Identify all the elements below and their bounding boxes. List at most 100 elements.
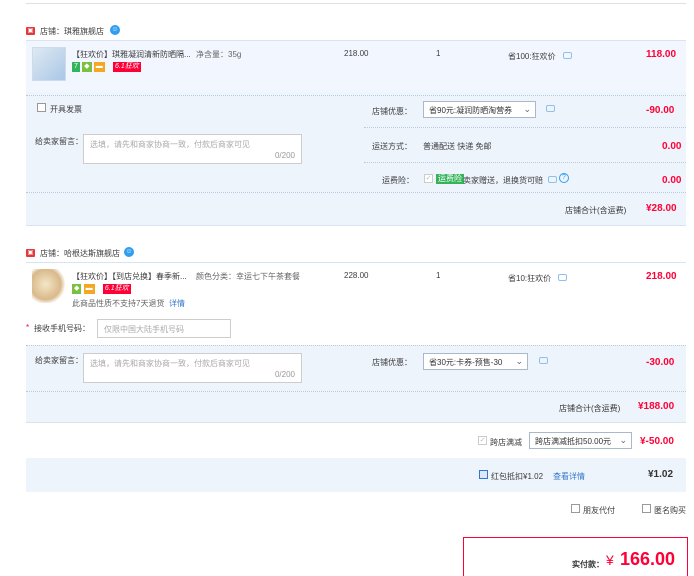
cross-store-row: ✓ 跨店满减 跨店满减抵扣50.00元 ⌄ ¥-50.00 bbox=[26, 428, 686, 452]
info-icon[interactable] bbox=[546, 105, 555, 112]
red-packet-label: 红包抵扣¥1.02 bbox=[491, 472, 544, 481]
service-icons: ◆ ▬ 6.1狂欢 bbox=[72, 283, 131, 294]
chevron-down-icon: ⌄ bbox=[523, 104, 531, 114]
red-packet-amount: ¥1.02 bbox=[648, 469, 674, 480]
promo-saving: 省100:狂欢价 bbox=[508, 52, 556, 61]
anonymous-label: 匿名购买 bbox=[654, 506, 686, 515]
payment-box: 实付款： ¥ 166.00 bbox=[463, 537, 688, 576]
quantity: 1 bbox=[436, 271, 441, 280]
insurance-label: 运费险： bbox=[382, 176, 414, 185]
shipping-amount: 0.00 bbox=[662, 141, 682, 152]
insurance-checkbox: ✓ bbox=[424, 174, 433, 183]
shop-total-value: ¥28.00 bbox=[646, 203, 677, 214]
product-thumbnail[interactable] bbox=[32, 47, 66, 81]
message-placeholder: 选填，请先和商家协商一致，付款后商家可见 bbox=[90, 140, 250, 149]
shop-name-link[interactable]: 店铺：哈根达斯旗舰店 bbox=[40, 248, 120, 259]
shop-total-label: 店铺合计(含运费) bbox=[559, 404, 621, 413]
purchase-options-row: 朋友代付 匿名购买 bbox=[26, 498, 686, 518]
quantity: 1 bbox=[436, 49, 441, 58]
insurance-value: 卖家赠送，退换货可赔 bbox=[463, 176, 543, 185]
message-textarea[interactable]: 选填，请先和商家协商一致，付款后商家可见 0/200 bbox=[83, 353, 302, 383]
table-header-remnant bbox=[26, 0, 686, 4]
friend-pay-checkbox[interactable] bbox=[571, 504, 580, 513]
product-title-link[interactable]: 【狂欢价】琪雅凝润清新防晒隔... bbox=[72, 49, 191, 60]
info-icon[interactable] bbox=[558, 274, 567, 281]
red-packet-row: 红包抵扣¥1.02 查看详情 ¥1.02 bbox=[26, 458, 686, 492]
shop-total-label: 店铺合计(含运费) bbox=[565, 206, 627, 215]
chevron-down-icon: ⌄ bbox=[515, 356, 523, 366]
chevron-down-icon: ⌄ bbox=[619, 435, 627, 445]
message-placeholder: 选填，请先和商家协商一致，付款后商家可见 bbox=[90, 359, 250, 368]
cross-store-checkbox: ✓ bbox=[478, 436, 487, 445]
credit-card-icon: ▬ bbox=[83, 284, 95, 294]
no-return-note: 此商品性质不支持7天退货 bbox=[72, 299, 165, 308]
red-packet-details-link[interactable]: 查看详情 bbox=[553, 471, 585, 482]
divider bbox=[26, 192, 686, 193]
insurance-amount: 0.00 bbox=[662, 175, 682, 186]
shop-name-link[interactable]: 店铺：琪雅旗舰店 bbox=[40, 26, 104, 37]
red-packet-checkbox[interactable] bbox=[479, 470, 488, 479]
info-icon[interactable] bbox=[548, 176, 557, 183]
promo-tag: 6.1狂欢 bbox=[113, 62, 141, 72]
shield-icon: ◆ bbox=[72, 284, 82, 294]
shop-header: ▣ 店铺：琪雅旗舰店 ☺ bbox=[26, 25, 686, 37]
required-asterisk: * bbox=[26, 323, 30, 332]
shield-icon: ◆ bbox=[82, 62, 92, 72]
shop-options-panel: 给卖家留言： 选填，请先和商家协商一致，付款后商家可见 0/200 店铺优惠： … bbox=[26, 345, 686, 423]
phone-input[interactable]: 仅限中国大陆手机号码 bbox=[97, 319, 231, 338]
shop-discount-label: 店铺优惠： bbox=[372, 107, 412, 116]
seven-day-icon: 7 bbox=[72, 62, 80, 72]
shop-discount-select[interactable]: 省30元:卡券-预售-30 ⌄ bbox=[423, 353, 528, 370]
shop-discount-value: 省30元:卡券-预售-30 bbox=[429, 358, 503, 367]
wangwang-chat-icon[interactable]: ☺ bbox=[124, 247, 134, 257]
help-icon[interactable]: ? bbox=[559, 173, 569, 183]
phone-label: 接收手机号码： bbox=[34, 324, 90, 333]
product-title-link[interactable]: 【狂欢价】【到店兑换】春季新... bbox=[72, 271, 187, 282]
shop-discount-amount: -30.00 bbox=[646, 357, 675, 368]
invoice-label: 开具发票 bbox=[50, 105, 82, 114]
unit-price: 228.00 bbox=[344, 271, 369, 280]
product-row: 【狂欢价】【到店兑换】春季新... 颜色分类：幸运七下午茶套餐 ◆ ▬ 6.1狂… bbox=[26, 262, 686, 312]
shipping-value: 普通配送 快递 免邮 bbox=[423, 142, 492, 151]
message-label: 给卖家留言： bbox=[35, 356, 83, 365]
item-subtotal: 218.00 bbox=[646, 271, 677, 282]
shop-header: ▣ 店铺：哈根达斯旗舰店 ☺ bbox=[26, 247, 686, 259]
message-textarea[interactable]: 选填，请先和商家协商一致，付款后商家可见 0/200 bbox=[83, 134, 302, 164]
product-spec: 净含量：35g bbox=[196, 50, 242, 59]
anonymous-checkbox[interactable] bbox=[642, 504, 651, 513]
credit-card-icon: ▬ bbox=[93, 62, 105, 72]
payment-label: 实付款： bbox=[572, 560, 604, 569]
shipping-label: 运送方式： bbox=[372, 142, 412, 151]
shop-options-panel: 开具发票 店铺优惠： 省90元:凝润防晒淘营券 ⌄ -90.00 给卖家留言： … bbox=[26, 92, 686, 226]
shop-total-value: ¥188.00 bbox=[638, 401, 675, 412]
shop-icon: ▣ bbox=[26, 249, 35, 257]
product-row: 【狂欢价】琪雅凝润清新防晒隔... 净含量：35g 7 ◆ ▬ 6.1狂欢 21… bbox=[26, 40, 686, 92]
payment-amount: 166.00 bbox=[620, 549, 676, 569]
item-subtotal: 118.00 bbox=[646, 49, 677, 60]
cross-store-label: 跨店满减 bbox=[490, 438, 522, 447]
shop-discount-value: 省90元:凝润防晒淘营券 bbox=[429, 106, 513, 115]
friend-pay-label: 朋友代付 bbox=[583, 506, 615, 515]
phone-row: * 接收手机号码： 仅限中国大陆手机号码 bbox=[26, 318, 686, 340]
info-icon[interactable] bbox=[563, 52, 572, 59]
invoice-checkbox[interactable] bbox=[37, 103, 46, 112]
promo-tag: 6.1狂欢 bbox=[102, 284, 131, 294]
divider bbox=[364, 162, 686, 163]
shop-discount-select[interactable]: 省90元:凝润防晒淘营券 ⌄ bbox=[423, 101, 536, 118]
phone-placeholder: 仅限中国大陆手机号码 bbox=[104, 325, 184, 334]
unit-price: 218.00 bbox=[344, 49, 369, 58]
info-icon[interactable] bbox=[539, 357, 548, 364]
cross-store-amount: ¥-50.00 bbox=[640, 436, 674, 447]
details-link[interactable]: 详情 bbox=[169, 298, 185, 309]
product-spec: 颜色分类：幸运七下午茶套餐 bbox=[196, 272, 300, 281]
cross-store-select[interactable]: 跨店满减抵扣50.00元 ⌄ bbox=[529, 432, 632, 449]
product-thumbnail[interactable] bbox=[32, 269, 66, 303]
divider bbox=[364, 127, 686, 128]
cross-store-value: 跨店满减抵扣50.00元 bbox=[535, 437, 612, 446]
message-label: 给卖家留言： bbox=[35, 137, 83, 146]
divider bbox=[26, 95, 686, 96]
promo-saving: 省10:狂欢价 bbox=[508, 274, 552, 283]
wangwang-chat-icon[interactable]: ☺ bbox=[110, 25, 120, 35]
shop-discount-label: 店铺优惠： bbox=[372, 358, 412, 367]
divider bbox=[26, 345, 686, 346]
